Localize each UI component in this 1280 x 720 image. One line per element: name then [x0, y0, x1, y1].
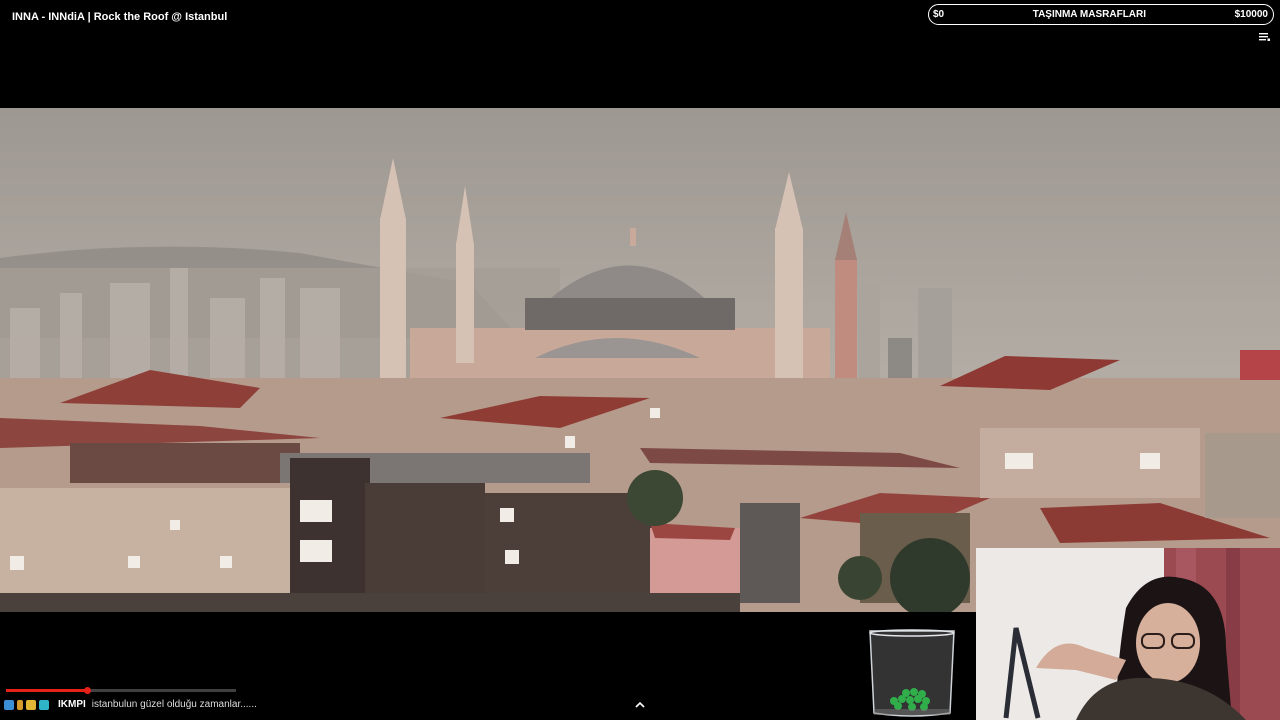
progress-fill: [6, 689, 87, 692]
progress-bar[interactable]: [6, 687, 236, 694]
emote-icon: [4, 700, 14, 710]
emote-icon: [39, 700, 49, 710]
video-title: INNA - INNdiA | Rock the Roof @ Istanbul: [12, 11, 228, 23]
webcam-overlay: [976, 548, 1280, 720]
emote-strip: [4, 697, 49, 713]
emote-icon: [17, 700, 23, 710]
chat-ticker: IKMPI istanbulun güzel olduğu zamanlar...…: [58, 699, 257, 710]
goal-max: $10000: [1234, 9, 1268, 20]
goal-label: TAŞINMA MASRAFLARI: [1032, 9, 1147, 20]
goal-bar: $0 TAŞINMA MASRAFLARI $10000: [928, 4, 1274, 25]
tip-jar-icon: [869, 629, 955, 717]
chevron-up-icon[interactable]: [634, 700, 646, 710]
progress-handle[interactable]: [83, 687, 91, 694]
ticker-user: IKMPI: [58, 699, 86, 710]
emote-icon: [26, 700, 36, 710]
goal-min: $0: [933, 9, 945, 20]
menu-icon[interactable]: [1259, 32, 1270, 42]
ticker-message: istanbulun güzel olduğu zamanlar......: [91, 699, 257, 710]
video-frame[interactable]: [0, 108, 1280, 612]
